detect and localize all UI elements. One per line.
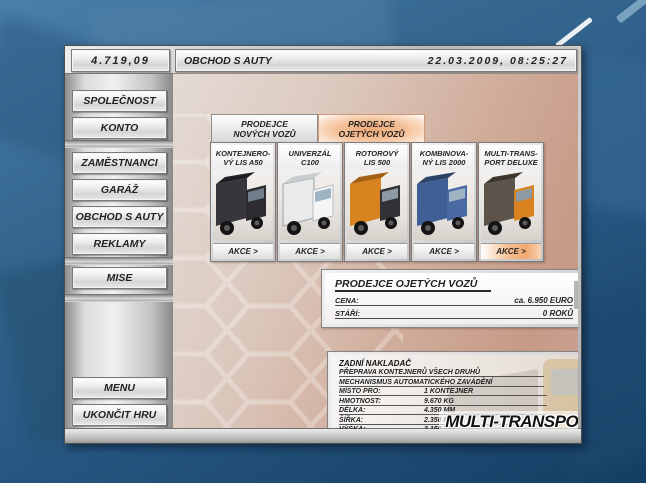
sidebar-item-zamestnanci[interactable]: ZAMĚSTNANCI	[72, 152, 167, 174]
spec-label: HMOTNOST:	[339, 397, 381, 405]
akce-button[interactable]: AKCE >	[280, 243, 340, 259]
truck-card-rotorovy-lis-500[interactable]: ROTOROVÝ LIS 500 AKCE >	[344, 142, 410, 262]
spec-label: ŠÍŘKA:	[339, 416, 364, 424]
sidebar-item-mise[interactable]: MISE	[72, 267, 167, 289]
age-value: 0 ROKŮ	[542, 309, 573, 318]
page-title: OBCHOD S AUTY	[184, 54, 272, 67]
spec-label: MÍSTO PRO:	[339, 388, 381, 395]
spec-title: ZADNÍ NAKLADAČ	[339, 359, 411, 368]
truck-card-univerzal-c100[interactable]: UNIVERZÁL C100 AKCE >	[277, 142, 343, 262]
vehicle-spec-panel: ZADNÍ NAKLADAČ PŘEPRAVA KONTEJNERŮ VŠECH…	[327, 351, 578, 429]
sidebar: SPOLEČNOST KONTO ZAMĚSTNANCI GARÁŽ OBCHO…	[65, 73, 173, 430]
brand-name: MULTI-TRANSPORT	[445, 412, 578, 429]
truck-image	[414, 170, 474, 240]
sidebar-item-obchod-s-auty[interactable]: OBCHOD S AUTY	[72, 206, 167, 228]
sidebar-item-konto[interactable]: KONTO	[72, 117, 167, 139]
tab-label-line2: OJETÝCH VOZŮ	[338, 128, 405, 139]
tab-label-line1: PRODEJCE	[241, 118, 288, 129]
akce-button-highlighted[interactable]: AKCE >	[481, 243, 541, 259]
background-light-streak	[555, 16, 593, 49]
feature-row: PŘEPRAVA KONTEJNERŮ VŠECH DRUHŮ	[339, 369, 544, 377]
truck-card-multi-transport-deluxe[interactable]: MULTI-TRANS- PORT DELUXE AKCE >	[478, 142, 544, 262]
truck-card-title: ROTOROVÝ LIS 500	[347, 145, 407, 170]
feature-text: PŘEPRAVA KONTEJNERŮ VŠECH DRUHŮ	[339, 369, 481, 376]
price-label: CENA:	[335, 296, 359, 305]
tab-label-line1: PRODEJCE	[348, 118, 395, 129]
menu-button[interactable]: MENU	[72, 377, 167, 399]
spec-value: 1 KONTEJNER	[424, 388, 474, 395]
tab-prodejce-ojetych-vozu[interactable]: PRODEJCE OJETÝCH VOZŮ	[318, 114, 425, 143]
background-light-streak	[615, 0, 646, 24]
money-display: 4.719,09	[71, 49, 170, 72]
age-label: STÁŘÍ:	[335, 309, 360, 318]
truck-image	[213, 170, 273, 240]
truck-card-title: KOMBINOVA- NÝ LIS 2000	[414, 145, 474, 170]
feature-text: MECHANISMUS AUTOMATICKÉHO ZAVÁDĚNÍ	[339, 378, 493, 386]
datetime-display: 22.03.2009, 08:25:27	[427, 54, 568, 67]
truck-card-kontejnerovy-lis-a50[interactable]: KONTEJNERO- VÝ LIS A50 AKCE >	[210, 142, 276, 262]
truck-card-kombinovany-lis-2000[interactable]: KOMBINOVA- NÝ LIS 2000 AKCE >	[411, 142, 477, 262]
truck-image	[347, 170, 407, 240]
truck-image	[481, 170, 541, 240]
game-window: 4.719,09 OBCHOD S AUTY 22.03.2009, 08:25…	[64, 45, 582, 444]
price-row: CENA: ca. 6.950 EURO	[335, 296, 573, 306]
truck-card-title: UNIVERZÁL C100	[280, 145, 340, 170]
spec-value: 9.670 KG	[424, 397, 454, 405]
spec-row-hmotnost: HMOTNOST: 9.670 KG	[339, 398, 547, 406]
dealer-info-panel: PRODEJCE OJETÝCH VOZŮ CENA: ca. 6.950 EU…	[321, 269, 578, 328]
akce-button[interactable]: AKCE >	[213, 243, 273, 259]
age-row: STÁŘÍ: 0 ROKŮ	[335, 309, 573, 319]
tab-prodejce-novych-vozu[interactable]: PRODEJCE NOVÝCH VOZŮ	[211, 114, 318, 143]
truck-card-title: MULTI-TRANS- PORT DELUXE	[481, 145, 541, 170]
title-bar: OBCHOD S AUTY 22.03.2009, 08:25:27	[175, 49, 577, 72]
sidebar-item-garaz[interactable]: GARÁŽ	[72, 179, 167, 201]
shop-content: PRODEJCE NOVÝCH VOZŮ PRODEJCE OJETÝCH VO…	[173, 73, 578, 429]
akce-button[interactable]: AKCE >	[347, 243, 407, 259]
truck-icon	[572, 279, 578, 328]
sidebar-divider	[65, 140, 173, 148]
price-value: ca. 6.950 EURO	[514, 296, 573, 305]
window-bottom-strip	[65, 428, 581, 443]
sidebar-divider	[65, 294, 173, 302]
brand-logo: MULTI-TRANSPORT DELUXE	[439, 411, 578, 429]
feature-row: MECHANISMUS AUTOMATICKÉHO ZAVÁDĚNÍ	[339, 379, 544, 387]
dealer-panel-heading: PRODEJCE OJETÝCH VOZŮ	[335, 278, 492, 292]
sidebar-item-reklamy[interactable]: REKLAMY	[72, 233, 167, 255]
akce-button[interactable]: AKCE >	[414, 243, 474, 259]
sidebar-divider	[65, 257, 173, 265]
tab-label-line2: NOVÝCH VOZŮ	[233, 128, 296, 139]
spec-row-misto-pro: MÍSTO PRO: 1 KONTEJNER	[339, 388, 547, 396]
spec-label: VÝŠKA:	[339, 426, 424, 429]
sidebar-item-spolecnost[interactable]: SPOLEČNOST	[72, 90, 167, 112]
quit-game-button[interactable]: UKONČIT HRU	[72, 404, 167, 426]
truck-image	[280, 170, 340, 240]
truck-card-title: KONTEJNERO- VÝ LIS A50	[213, 145, 273, 170]
spec-label: DÉLKA:	[339, 407, 366, 414]
